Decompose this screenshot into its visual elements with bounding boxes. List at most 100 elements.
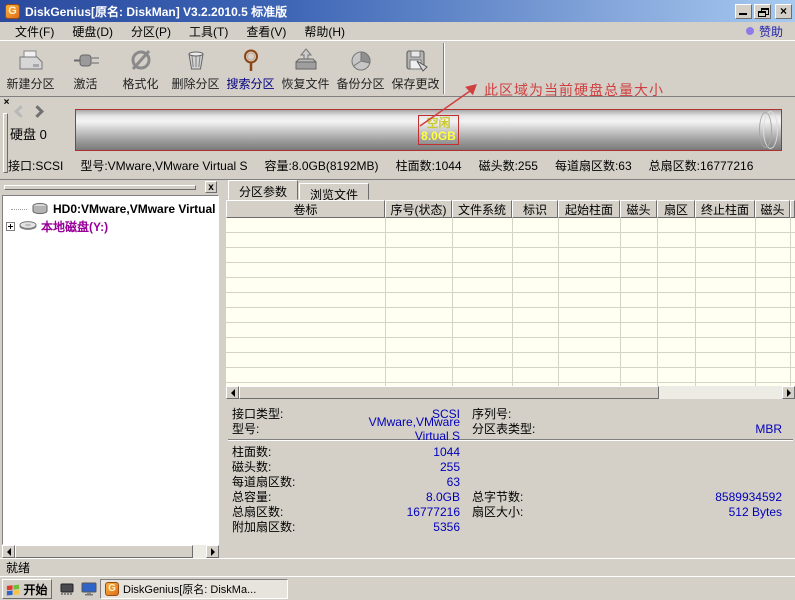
detail-value: 16777216 bbox=[342, 505, 460, 519]
column-identifier[interactable]: 标识 bbox=[512, 200, 558, 218]
column-divider bbox=[790, 218, 791, 386]
details-separator bbox=[228, 439, 793, 441]
detail-row: 附加扇区数: 5356 bbox=[226, 519, 795, 534]
disk-name: 硬盘 0 bbox=[10, 124, 47, 143]
window-controls: × bbox=[735, 4, 792, 19]
menu-item-disk[interactable]: 硬盘(D) bbox=[63, 22, 122, 41]
sponsor-label: 赞助 bbox=[759, 23, 783, 40]
disk-total-sectors: 总扇区数:16777216 bbox=[649, 157, 754, 174]
new-partition-icon bbox=[17, 48, 45, 74]
column-head[interactable]: 磁头 bbox=[620, 200, 657, 218]
status-text: 就绪 bbox=[6, 559, 30, 576]
detail-value: 63 bbox=[342, 475, 460, 489]
column-end-head[interactable]: 磁头 bbox=[755, 200, 790, 218]
local-disk-icon bbox=[19, 219, 37, 233]
window-title: DiskGenius[原名: DiskMan] V3.2.2010.5 标准版 bbox=[25, 3, 287, 20]
detail-value: 512 Bytes bbox=[622, 505, 782, 519]
scroll-right-icon[interactable] bbox=[782, 386, 795, 399]
partition-table-body[interactable] bbox=[226, 218, 795, 386]
menu-item-tools[interactable]: 工具(T) bbox=[180, 22, 237, 41]
column-divider bbox=[695, 218, 696, 386]
detail-row: 接口类型: SCSI 序列号: bbox=[226, 406, 795, 421]
restore-icon-front bbox=[758, 11, 766, 17]
recover-files-button[interactable]: 恢复文件 bbox=[278, 43, 333, 94]
close-button[interactable]: × bbox=[775, 4, 792, 19]
title-bar: G DiskGenius[原名: DiskMan] V3.2.2010.5 标准… bbox=[0, 0, 795, 22]
detail-row: 柱面数: 1044 bbox=[226, 444, 795, 459]
menu-item-help[interactable]: 帮助(H) bbox=[295, 22, 354, 41]
column-start-cylinder[interactable]: 起始柱面 bbox=[558, 200, 620, 218]
panel-close-icon[interactable]: × bbox=[1, 98, 12, 109]
detail-row: 总容量: 8.0GB 总字节数: 8589934592 bbox=[226, 489, 795, 504]
tree-close-button[interactable]: x bbox=[205, 181, 217, 193]
scroll-right-icon[interactable] bbox=[206, 545, 219, 558]
restore-button[interactable] bbox=[754, 4, 771, 19]
save-changes-button[interactable]: 保存更改 bbox=[388, 43, 443, 94]
disk-interface: 接口:SCSI bbox=[8, 157, 63, 174]
menu-item-file[interactable]: 文件(F) bbox=[6, 22, 63, 41]
scrollbar-thumb[interactable] bbox=[239, 386, 659, 399]
tab-browse-files[interactable]: 浏览文件 bbox=[299, 183, 369, 200]
tree-panel-grip[interactable] bbox=[4, 185, 196, 190]
menu-item-view[interactable]: 查看(V) bbox=[237, 22, 295, 41]
sponsor-dot-icon bbox=[746, 27, 754, 35]
column-file-system[interactable]: 文件系统 bbox=[452, 200, 512, 218]
column-sector[interactable]: 扇区 bbox=[657, 200, 695, 218]
delete-partition-button[interactable]: 删除分区 bbox=[168, 43, 223, 94]
scroll-left-icon[interactable] bbox=[2, 545, 15, 558]
detail-row: 磁头数: 255 bbox=[226, 459, 795, 474]
delete-partition-icon bbox=[182, 48, 210, 74]
diskgenius-task-icon: G bbox=[105, 582, 119, 596]
detail-value: 255 bbox=[342, 460, 460, 474]
column-divider bbox=[657, 218, 658, 386]
right-arrow-icon bbox=[211, 548, 215, 556]
close-icon: × bbox=[780, 5, 787, 17]
activate-button[interactable]: 激活 bbox=[58, 43, 113, 94]
device-tree[interactable]: HD0:VMware,VMware Virtual 本地磁盘(Y:) bbox=[2, 195, 219, 545]
toolbar: 新建分区 激活 格式化 删除分区 搜索分区 恢复文件 bbox=[0, 40, 795, 97]
tree-item-hd0[interactable]: HD0:VMware,VMware Virtual bbox=[3, 201, 216, 217]
free-space-region[interactable]: 空闲 8.0GB bbox=[418, 115, 459, 145]
sponsor-link[interactable]: 赞助 bbox=[746, 23, 795, 40]
scroll-left-icon[interactable] bbox=[226, 386, 239, 399]
tree-horizontal-scrollbar[interactable] bbox=[2, 545, 219, 558]
menu-item-partition[interactable]: 分区(P) bbox=[122, 22, 180, 41]
detail-value: VMware,VMware Virtual S bbox=[342, 415, 460, 443]
status-bar: 就绪 bbox=[0, 558, 795, 575]
tree-item-local-disk[interactable]: 本地磁盘(Y:) bbox=[3, 218, 108, 234]
detail-row: 型号: VMware,VMware Virtual S 分区表类型: MBR bbox=[226, 421, 795, 436]
column-volume-label[interactable]: 卷标 bbox=[226, 200, 385, 218]
tab-partition-parameters[interactable]: 分区参数 bbox=[228, 180, 298, 200]
detail-row: 每道扇区数: 63 bbox=[226, 474, 795, 489]
minimize-button[interactable] bbox=[735, 4, 752, 19]
left-arrow-icon bbox=[7, 548, 11, 556]
table-horizontal-scrollbar[interactable] bbox=[226, 386, 795, 399]
format-icon bbox=[127, 48, 155, 74]
taskbar-task-diskgenius[interactable]: G DiskGenius[原名: DiskMa... bbox=[100, 579, 288, 599]
backup-partition-button[interactable]: 备份分区 bbox=[333, 43, 388, 94]
backup-partition-icon bbox=[347, 48, 375, 74]
start-button[interactable]: 开始 bbox=[2, 579, 52, 599]
format-button[interactable]: 格式化 bbox=[113, 43, 168, 94]
disk-model: 型号:VMware,VMware Virtual S bbox=[80, 157, 247, 174]
expand-plus-icon[interactable] bbox=[6, 222, 15, 231]
scrollbar-thumb[interactable] bbox=[15, 545, 193, 558]
next-disk-icon[interactable] bbox=[31, 105, 44, 118]
previous-disk-icon[interactable] bbox=[14, 105, 27, 118]
disk-navigation bbox=[16, 107, 42, 116]
disk-capacity-bar[interactable]: 空闲 8.0GB bbox=[75, 109, 782, 151]
windows-flag-icon bbox=[6, 583, 20, 596]
new-partition-button[interactable]: 新建分区 bbox=[3, 43, 58, 94]
detail-value: 5356 bbox=[342, 520, 460, 534]
column-filler bbox=[790, 200, 795, 218]
tree-guide-line bbox=[11, 209, 27, 210]
disk-details-section: 接口类型: SCSI 序列号: 型号: VMware,VMware Virtua… bbox=[226, 399, 795, 558]
toolbar-divider bbox=[443, 43, 445, 94]
column-divider bbox=[512, 218, 513, 386]
column-index-status[interactable]: 序号(状态) bbox=[385, 200, 452, 218]
search-partition-button[interactable]: 搜索分区 bbox=[223, 43, 278, 94]
disk-capacity: 容量:8.0GB(8192MB) bbox=[265, 157, 379, 174]
show-desktop-icon[interactable] bbox=[80, 581, 98, 596]
column-end-cylinder[interactable]: 终止柱面 bbox=[695, 200, 755, 218]
quick-launch-chip-icon[interactable] bbox=[58, 581, 76, 596]
